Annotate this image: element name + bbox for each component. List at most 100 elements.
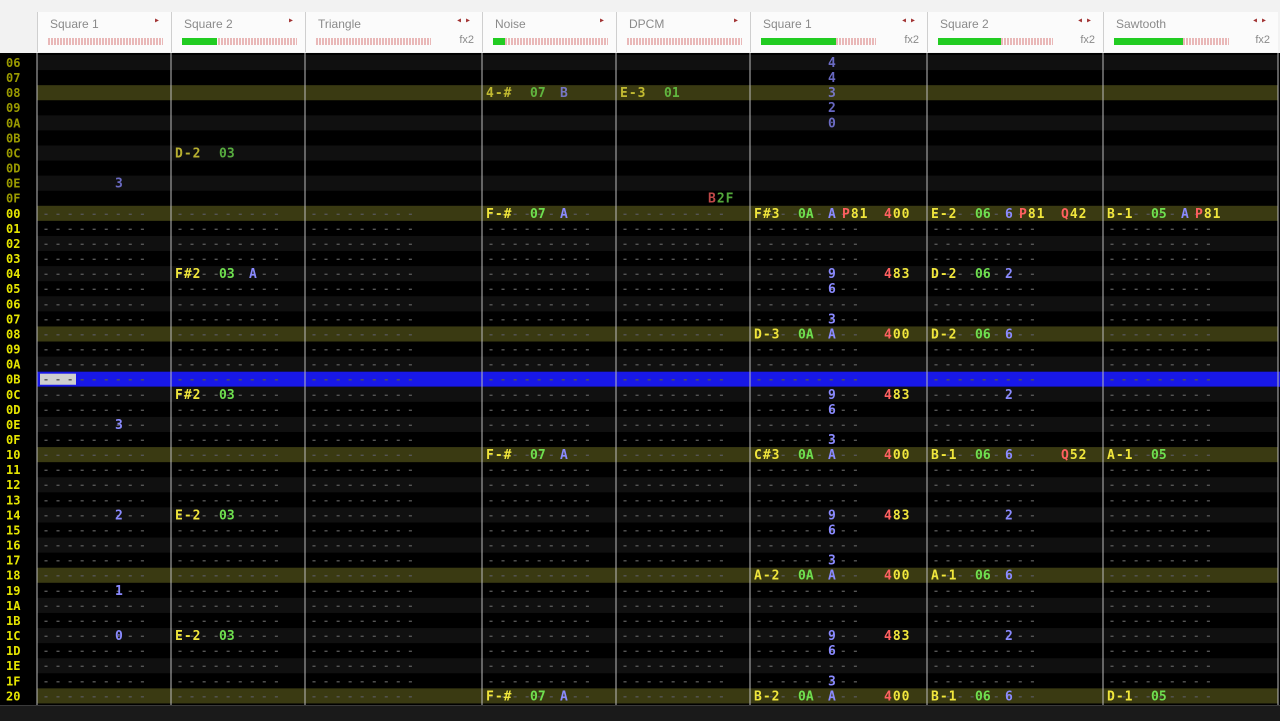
empty-cell[interactable]: - - - - - - - - - <box>1109 254 1211 265</box>
empty-cell[interactable]: - - - - - - - - - <box>311 314 413 325</box>
empty-cell[interactable]: - - - - - - - - - <box>311 676 413 687</box>
volume-cell[interactable]: 6 <box>1005 569 1013 584</box>
volume-cell[interactable]: 9 <box>828 629 836 644</box>
empty-cell[interactable]: - - - - - - - - - <box>933 420 1035 431</box>
empty-cell[interactable]: - - - - - - - - - <box>177 465 279 476</box>
empty-cell[interactable]: - - - - - - - - - <box>177 571 279 582</box>
note-cell[interactable]: D-2 <box>175 146 201 161</box>
empty-cell[interactable]: - - - - - - - - - <box>1109 329 1211 340</box>
empty-cell[interactable]: - - - - - - - - - <box>311 661 413 672</box>
volume-cell[interactable]: A <box>1181 207 1189 222</box>
empty-cell[interactable]: - - - - - - - - - <box>488 239 590 250</box>
instrument-cell[interactable]: 03 <box>219 629 235 644</box>
empty-cell[interactable]: - - - - - - - - - <box>1109 390 1211 401</box>
empty-cell[interactable]: - - - - - - - - - <box>1109 480 1211 491</box>
empty-cell[interactable]: - - - - - - - - - <box>43 616 145 627</box>
empty-cell[interactable]: - - - - - - - - - <box>488 224 590 235</box>
note-cell[interactable]: A-1 <box>1107 448 1133 463</box>
empty-cell[interactable]: - - - - - - - - - <box>622 435 724 446</box>
empty-cell[interactable]: - - - - - - - - - <box>311 375 413 386</box>
empty-cell[interactable]: - - - - - - - - - <box>311 299 413 310</box>
empty-cell[interactable]: - - - - - - - - - <box>177 345 279 356</box>
volume-cell[interactable]: 3 <box>828 433 836 448</box>
empty-cell[interactable]: - - - - - - - - - <box>311 631 413 642</box>
instrument-cell[interactable]: 0A <box>798 207 814 222</box>
empty-cell[interactable]: - - - - - - - - - <box>622 556 724 567</box>
empty-cell[interactable]: - - - - - - - - - <box>622 224 724 235</box>
note-cell[interactable]: D-1 <box>1107 689 1133 704</box>
volume-cell[interactable]: 6 <box>828 282 836 297</box>
empty-cell[interactable]: - - - - - - - - - <box>43 345 145 356</box>
empty-cell[interactable]: - - - - - - - - - <box>756 360 858 371</box>
empty-cell[interactable]: - - - - - - - - - <box>1109 661 1211 672</box>
volume-cell[interactable]: A <box>560 689 568 704</box>
empty-cell[interactable]: - - - - - - - - - <box>622 525 724 536</box>
note-cell[interactable]: E-2 <box>931 207 957 222</box>
volume-cell[interactable]: A <box>560 207 568 222</box>
empty-cell[interactable]: - - - - - - - - - <box>177 224 279 235</box>
empty-cell[interactable]: - - - - - - - - - <box>488 525 590 536</box>
note-cell[interactable]: D-2 <box>931 327 957 342</box>
empty-cell[interactable]: - - - - - - - - - <box>622 345 724 356</box>
empty-cell[interactable]: - - - - - - - - - <box>1109 646 1211 657</box>
empty-cell[interactable]: - - - - - - - - - <box>311 495 413 506</box>
empty-cell[interactable]: - - - - - - - - - <box>177 676 279 687</box>
channel-header-2[interactable]: Square 2 ▸ <box>171 12 305 52</box>
empty-cell[interactable]: - - - - - - - - - <box>622 646 724 657</box>
empty-cell[interactable]: - - - - - - - - - <box>756 254 858 265</box>
effect-cell[interactable]: P81 <box>842 207 868 222</box>
empty-cell[interactable]: - - - - - - - - - <box>622 541 724 552</box>
instrument-cell[interactable]: 0A <box>798 689 814 704</box>
note-cell[interactable]: D-3 <box>754 327 780 342</box>
empty-cell[interactable]: - - - - - - - - - <box>756 375 858 386</box>
empty-cell[interactable]: - - - - - - - - - <box>177 691 279 702</box>
volume-cell[interactable]: 6 <box>1005 207 1013 222</box>
instrument-cell[interactable]: 05 <box>1151 448 1167 463</box>
empty-cell[interactable]: - - - - - - - - - <box>622 691 724 702</box>
empty-cell[interactable]: - - - - - - - - - <box>622 420 724 431</box>
empty-cell[interactable]: - - - - - - - - - <box>177 450 279 461</box>
empty-cell[interactable]: - - - - - - - - - <box>1109 314 1211 325</box>
effect-cell[interactable]: P81 <box>1019 207 1045 222</box>
volume-cell[interactable]: 3 <box>115 418 123 433</box>
empty-cell[interactable]: - - - - - - - - - <box>311 390 413 401</box>
empty-cell[interactable]: - - - - - - - - - <box>488 284 590 295</box>
volume-cell[interactable]: 9 <box>828 267 836 282</box>
note-cell[interactable]: A-2 <box>754 569 780 584</box>
empty-cell[interactable]: - - - - - - - - - <box>933 676 1035 687</box>
empty-cell[interactable]: - - - - - - - - - <box>177 525 279 536</box>
empty-cell[interactable]: - - - - - - - - - <box>1109 676 1211 687</box>
instrument-cell[interactable]: 0A <box>798 448 814 463</box>
empty-cell[interactable]: - - - - - - - - - <box>488 661 590 672</box>
instrument-cell[interactable]: 05 <box>1151 689 1167 704</box>
empty-cell[interactable]: - - - - - - - - - <box>43 646 145 657</box>
empty-cell[interactable]: - - - - - - - - - <box>933 616 1035 627</box>
empty-cell[interactable]: - - - - - - - - - <box>488 510 590 521</box>
empty-cell[interactable]: - - - - - - - - - <box>933 586 1035 597</box>
empty-cell[interactable]: - - - - - - - - - <box>622 209 724 220</box>
volume-cell[interactable]: 0 <box>115 629 123 644</box>
volume-cell[interactable]: 6 <box>828 403 836 418</box>
note-cell[interactable]: D-2 <box>931 267 957 282</box>
note-cell[interactable]: B-1 <box>1107 207 1133 222</box>
channel-scroll-arrows-icon[interactable]: ▸ <box>733 15 742 26</box>
note-cell[interactable]: E-2 <box>175 508 201 523</box>
empty-cell[interactable]: - - - - - - - - - <box>488 616 590 627</box>
note-cell[interactable]: B-2 <box>754 689 780 704</box>
volume-cell[interactable]: 6 <box>1005 448 1013 463</box>
empty-cell[interactable]: - - - - - - - - - <box>43 556 145 567</box>
instrument-cell[interactable]: 01 <box>664 86 680 101</box>
empty-cell[interactable]: - - - - - - - - - <box>1109 571 1211 582</box>
note-cell[interactable]: C#3 <box>754 448 780 463</box>
empty-cell[interactable]: - - - - - - - - - <box>488 556 590 567</box>
empty-cell[interactable]: - - - - - - - - - <box>1109 525 1211 536</box>
empty-cell[interactable]: - - - - - - - - - <box>311 420 413 431</box>
channel-scroll-arrows-icon[interactable]: ◂▸ <box>901 15 919 26</box>
empty-cell[interactable]: - - - - - - - - - <box>1109 510 1211 521</box>
instrument-cell[interactable]: 03 <box>219 388 235 403</box>
empty-cell[interactable]: - - - - - - - - - <box>488 495 590 506</box>
empty-cell[interactable]: - - - - - - - - - <box>311 616 413 627</box>
empty-cell[interactable]: - - - - - - - - - <box>488 345 590 356</box>
empty-cell[interactable]: - - - - - - - - - <box>622 405 724 416</box>
empty-cell[interactable]: - - - - - - - - - <box>1109 631 1211 642</box>
